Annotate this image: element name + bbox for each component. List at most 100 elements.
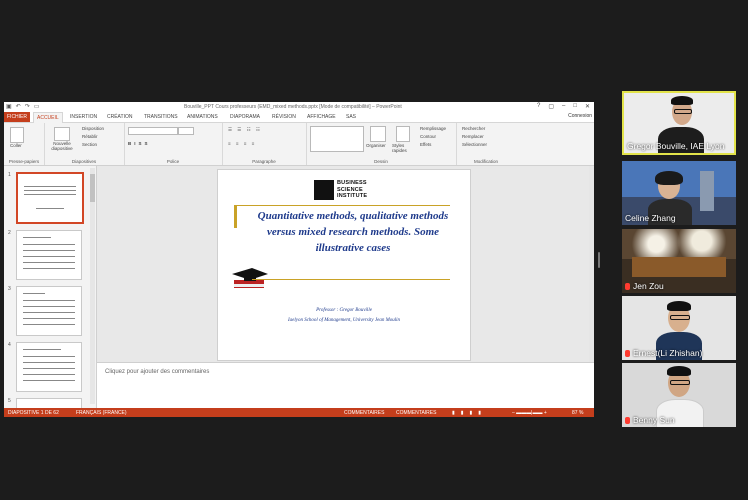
group-label-editing: Modification: [473, 159, 498, 164]
professor-name: Professor : Gregor Bouville: [316, 308, 372, 313]
font-size-select[interactable]: [178, 127, 194, 135]
participant-name: Celine Zhang: [625, 213, 676, 223]
ribbon-display-icon[interactable]: ▢: [548, 103, 554, 110]
window-title: Bouville_PPT Cours professeurs (EMD_mixe…: [184, 104, 402, 110]
redo-icon[interactable]: ↷: [25, 103, 30, 110]
participant-tile-2[interactable]: Celine Zhang: [622, 161, 736, 225]
reset-button[interactable]: Rétablir: [82, 134, 98, 139]
participant-tile-5[interactable]: Benny Sun: [622, 363, 736, 427]
thumb-number: 5: [8, 398, 11, 404]
shapes-gallery[interactable]: [310, 126, 364, 152]
slide-title[interactable]: Quantitative methods, qualitative method…: [242, 208, 464, 256]
paste-icon[interactable]: [10, 127, 24, 143]
list-buttons[interactable]: ☰ ☰ ☷ ☷: [228, 127, 262, 133]
participant-name: Benny Sun: [625, 415, 675, 425]
view-buttons[interactable]: ▮▮▮▮: [452, 410, 487, 416]
group-font: BISS Police: [124, 123, 223, 165]
outline-button[interactable]: Contour: [420, 134, 436, 139]
notes-placeholder[interactable]: Cliquez pour ajouter des commentaires: [105, 369, 209, 375]
font-family-select[interactable]: [128, 127, 178, 135]
fill-button[interactable]: Remplissage: [420, 126, 446, 131]
arrange-icon[interactable]: [370, 126, 386, 142]
font-format-buttons[interactable]: BISS: [128, 141, 151, 146]
participant-name: Jen Zou: [625, 281, 664, 291]
tab-file[interactable]: FICHIER: [4, 112, 30, 122]
maximize-icon[interactable]: □: [573, 103, 577, 110]
paste-button[interactable]: Coller: [10, 143, 22, 148]
comments-toggle[interactable]: COMMENTAIRES: [396, 410, 436, 416]
select-button[interactable]: Sélectionner: [462, 142, 487, 147]
participant-tile-4[interactable]: Ernest(Li Zhishan): [622, 296, 736, 360]
language-indicator[interactable]: FRANÇAIS (FRANCE): [76, 410, 127, 416]
tab-home[interactable]: ACCUEIL: [33, 112, 63, 123]
group-clipboard: Coller Presse-papiers: [4, 123, 45, 165]
slide-thumbnail-1[interactable]: [16, 172, 84, 224]
close-icon[interactable]: ✕: [585, 103, 590, 110]
window-controls: ? ▢ – □ ✕: [537, 103, 590, 110]
participant-name: Gregor Bouville, IAE Lyon: [627, 141, 725, 151]
notes-toggle[interactable]: COMMENTAIRES: [344, 410, 384, 416]
quick-access-toolbar: ▣ ↶ ↷ ▭: [6, 103, 39, 110]
status-bar: DIAPOSITIVE 1 DE 62 FRANÇAIS (FRANCE) CO…: [4, 408, 594, 417]
business-science-institute-logo: BUSINESS SCIENCE INSTITUTE: [314, 180, 374, 202]
graduation-cap-icon: [232, 268, 268, 288]
logo-text: INSTITUTE: [337, 193, 368, 199]
save-icon[interactable]: ▣: [6, 103, 12, 110]
presenter-info: Professor : Gregor Bouville Iaelyon Scho…: [218, 306, 470, 326]
tab-animations[interactable]: ANIMATIONS: [187, 114, 218, 120]
divider: [252, 279, 450, 280]
group-label-drawing: Dessin: [374, 159, 388, 164]
slide-thumbnail-3[interactable]: [16, 286, 82, 336]
logo-text: BUSINESS: [337, 180, 367, 186]
thumbnails-scrollbar[interactable]: [90, 168, 95, 404]
group-paragraph: ☰ ☰ ☷ ☷ ≡ ≡ ≡ ≡ Paragraphe: [222, 123, 307, 165]
zoom-level[interactable]: 87 %: [572, 410, 583, 416]
tab-review[interactable]: RÉVISION: [272, 114, 296, 120]
title-accent-bar: [234, 206, 237, 228]
tab-view[interactable]: AFFICHAGE: [307, 114, 336, 120]
tab-design[interactable]: CRÉATION: [107, 114, 132, 120]
group-label-paragraph: Paragraphe: [252, 159, 276, 164]
effects-button[interactable]: Effets: [420, 142, 431, 147]
participant-tile-3[interactable]: Jen Zou: [622, 229, 736, 293]
slide-thumbnail-2[interactable]: [16, 230, 82, 280]
participant-video: [622, 229, 736, 259]
arrange-button[interactable]: Organiser: [366, 143, 386, 148]
undo-icon[interactable]: ↶: [16, 103, 21, 110]
section-button[interactable]: Section: [82, 142, 97, 147]
tab-insert[interactable]: INSERTION: [70, 114, 97, 120]
user-account[interactable]: Connexion: [568, 113, 592, 119]
tab-transitions[interactable]: TRANSITIONS: [144, 114, 178, 120]
current-slide[interactable]: BUSINESS SCIENCE INSTITUTE Quantitative …: [217, 169, 471, 361]
tab-slideshow[interactable]: DIAPORAMA: [230, 114, 260, 120]
slide-thumbnail-4[interactable]: [16, 342, 82, 392]
quick-styles-icon[interactable]: [396, 126, 410, 142]
ribbon-tabs: FICHIER ACCUEIL INSERTION CRÉATION TRANS…: [4, 112, 594, 123]
layout-button[interactable]: Disposition: [82, 126, 104, 131]
editor-scrollbar[interactable]: [589, 166, 594, 362]
logo-mark-icon: [314, 180, 334, 200]
group-label-slides: Diapositives: [71, 159, 97, 164]
mic-muted-icon: [625, 350, 630, 357]
tab-sas[interactable]: SAS: [346, 114, 356, 120]
zoom-slider[interactable]: – ▬▬▬|▬▬ +: [512, 410, 547, 416]
window-titlebar: ▣ ↶ ↷ ▭ Bouville_PPT Cours professeurs (…: [4, 102, 594, 112]
slide-editor: BUSINESS SCIENCE INSTITUTE Quantitative …: [97, 166, 594, 409]
new-slide-button[interactable]: Nouvelle diapositive: [48, 141, 76, 151]
find-button[interactable]: Rechercher: [462, 126, 485, 131]
quick-styles-button[interactable]: Styles rapides: [392, 143, 414, 153]
participant-name: Ernest(Li Zhishan): [625, 348, 702, 358]
scroll-thumb[interactable]: [90, 174, 95, 202]
new-slide-icon[interactable]: [54, 127, 70, 141]
group-editing: Rechercher Remplacer Sélectionner Modifi…: [456, 123, 516, 165]
group-label-font: Police: [166, 159, 180, 164]
help-icon[interactable]: ?: [537, 103, 540, 110]
panel-resize-handle[interactable]: [598, 252, 600, 268]
replace-button[interactable]: Remplacer: [462, 134, 484, 139]
notes-pane[interactable]: Cliquez pour ajouter des commentaires: [97, 362, 594, 409]
minimize-icon[interactable]: –: [562, 103, 565, 110]
participant-tile-1[interactable]: Gregor Bouville, IAE Lyon: [622, 91, 736, 155]
group-slides: Nouvelle diapositive Disposition Rétabli…: [44, 123, 125, 165]
start-slideshow-icon[interactable]: ▭: [34, 103, 40, 110]
align-buttons[interactable]: ≡ ≡ ≡ ≡: [228, 141, 256, 146]
